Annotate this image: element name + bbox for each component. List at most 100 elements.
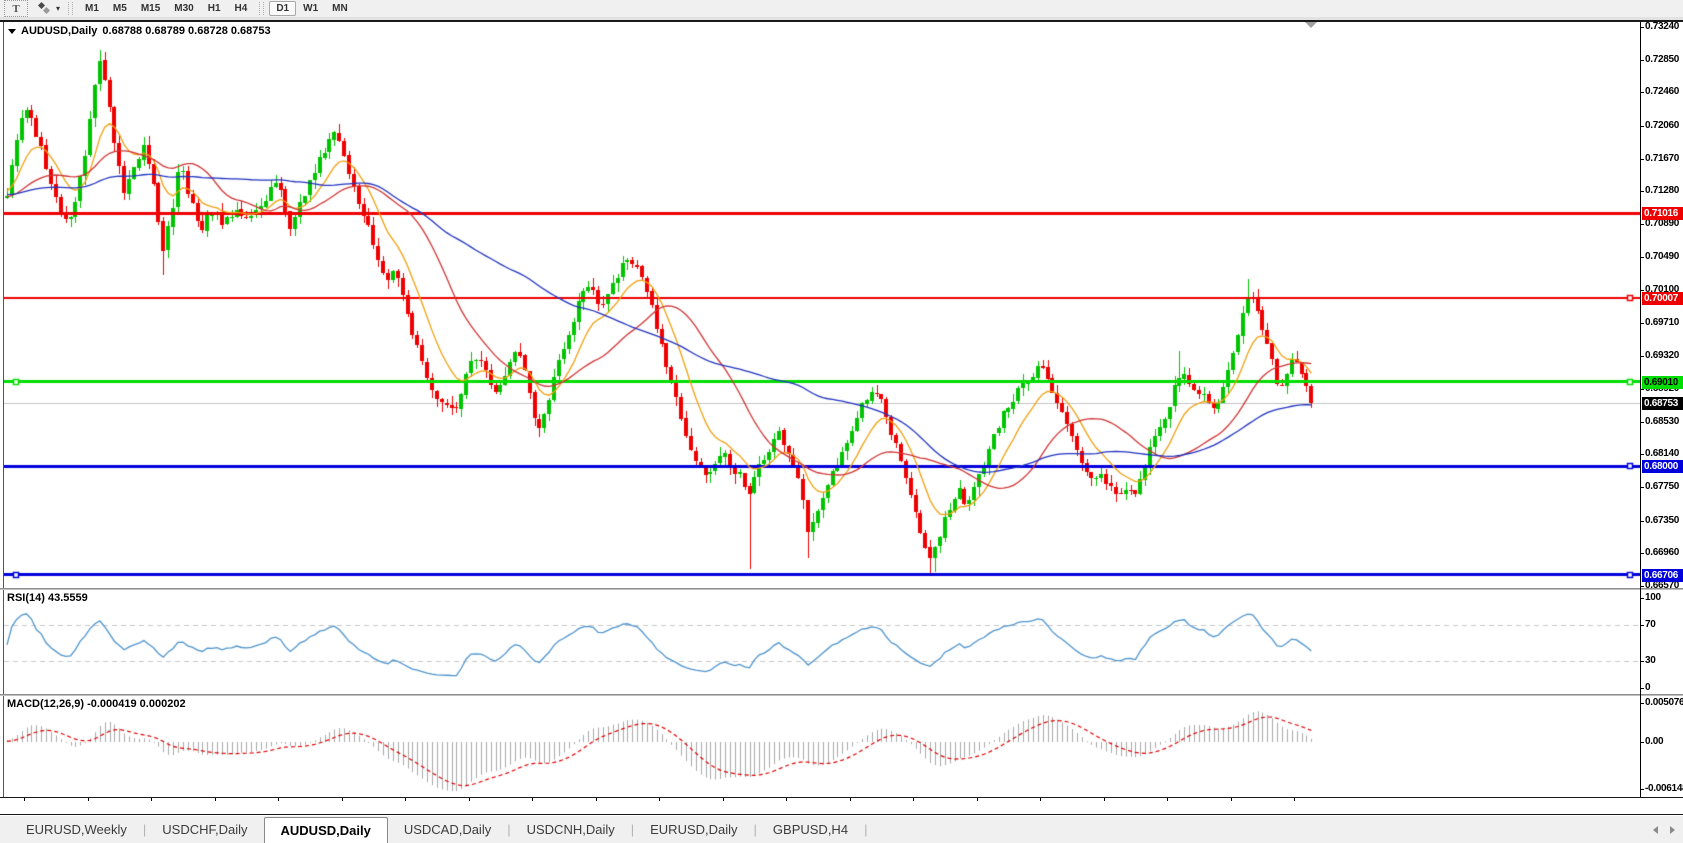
date-tick	[850, 798, 851, 801]
date-tick	[1104, 798, 1105, 801]
axis-tick	[1640, 126, 1644, 127]
rsi-tick-label: 100	[1645, 592, 1683, 603]
price-tick-label: 0.69320	[1645, 350, 1683, 361]
axis-tick	[1640, 661, 1644, 662]
hline-price-badge: 0.68000	[1642, 460, 1683, 473]
price-tick-label: 0.72850	[1645, 54, 1683, 65]
timeframe-button-h1[interactable]: H1	[201, 1, 228, 16]
date-tick	[1040, 798, 1041, 801]
toolbar-separator	[259, 2, 264, 15]
chart-tab-bar: EURUSD,Weekly|USDCHF,DailyAUDUSD,DailyUS…	[0, 815, 1683, 843]
chart-tab-usdcnh-daily[interactable]: USDCNH,Daily	[511, 815, 631, 843]
timeframe-toolbar: T ▾ M1M5M15M30H1H4 D1W1MN	[0, 0, 1683, 18]
date-tick	[1294, 798, 1295, 801]
axis-tick	[1640, 257, 1644, 258]
tab-scroll-arrows	[1653, 826, 1675, 834]
price-tick-label: 0.71670	[1645, 153, 1683, 164]
pane-separator-rsi[interactable]	[0, 588, 1683, 590]
date-tick	[596, 798, 597, 801]
chart-tab-usdcad-daily[interactable]: USDCAD,Daily	[388, 815, 507, 843]
date-tick	[723, 798, 724, 801]
date-tick	[1167, 798, 1168, 801]
axis-tick	[1640, 553, 1644, 554]
tab-scroll-right-icon[interactable]	[1670, 826, 1675, 834]
tab-divider: |	[864, 815, 867, 843]
axis-tick	[1640, 27, 1644, 28]
chart-tab-eurusd-weekly[interactable]: EURUSD,Weekly	[10, 815, 143, 843]
date-tick	[278, 798, 279, 801]
axis-tick	[1640, 290, 1644, 291]
arrange-windows-icon[interactable]	[37, 2, 53, 15]
date-tick	[151, 798, 152, 801]
chart-tab-audusd-daily[interactable]: AUDUSD,Daily	[264, 817, 388, 843]
axis-tick	[1640, 356, 1644, 357]
price-tick-label: 0.70490	[1645, 251, 1683, 262]
price-chart-canvas[interactable]	[4, 22, 1640, 797]
macd-tick-label: 0.00	[1645, 736, 1683, 747]
pane-separator-macd[interactable]	[0, 694, 1683, 696]
axis-tick	[1640, 487, 1644, 488]
axis-tick	[1640, 92, 1644, 93]
hline-price-badge: 0.69010	[1642, 376, 1683, 389]
axis-tick	[1640, 60, 1644, 61]
toolbar-separator	[68, 2, 73, 15]
text-tool-button[interactable]: T	[4, 0, 28, 17]
axis-tick	[1640, 688, 1644, 689]
hline-price-badge: 0.70007	[1642, 292, 1683, 305]
axis-tick	[1640, 625, 1644, 626]
collapse-triangle-icon[interactable]	[8, 29, 16, 34]
macd-indicator-label: MACD(12,26,9) -0.000419 0.000202	[7, 698, 186, 710]
date-tick	[1231, 798, 1232, 801]
price-tick-label: 0.68530	[1645, 416, 1683, 427]
date-tick	[786, 798, 787, 801]
chart-tab-gbpusd-h4[interactable]: GBPUSD,H4	[757, 815, 864, 843]
date-tick	[405, 798, 406, 801]
price-tick-label: 0.71280	[1645, 185, 1683, 196]
timeframe-button-m15[interactable]: M15	[134, 1, 167, 16]
chart-symbol-label: AUDUSD,Daily	[21, 25, 97, 37]
timeframe-button-m30[interactable]: M30	[167, 1, 200, 16]
price-tick-label: 0.67350	[1645, 515, 1683, 526]
price-axis-line	[1640, 22, 1641, 797]
date-tick	[913, 798, 914, 801]
chevron-down-icon[interactable]: ▾	[56, 4, 60, 13]
date-tick	[977, 798, 978, 801]
hline-price-badge: 0.66706	[1642, 569, 1683, 582]
axis-tick	[1640, 742, 1644, 743]
timeframe-button-m5[interactable]: M5	[106, 1, 134, 16]
date-tick	[532, 798, 533, 801]
axis-tick	[1640, 454, 1644, 455]
chart-shift-marker-icon[interactable]	[1305, 22, 1317, 28]
timeframe-button-w1[interactable]: W1	[296, 1, 325, 16]
chart-tab-eurusd-daily[interactable]: EURUSD,Daily	[634, 815, 753, 843]
price-tick-label: 0.72460	[1645, 86, 1683, 97]
price-tick-label: 0.72060	[1645, 120, 1683, 131]
axis-tick	[1640, 521, 1644, 522]
rsi-indicator-label: RSI(14) 43.5559	[7, 592, 88, 604]
rsi-tick-label: 30	[1645, 655, 1683, 666]
timeframe-button-h4[interactable]: H4	[228, 1, 255, 16]
axis-tick	[1640, 159, 1644, 160]
axis-tick	[1640, 224, 1644, 225]
chart-tab-usdchf-daily[interactable]: USDCHF,Daily	[146, 815, 263, 843]
terminal-window: T ▾ M1M5M15M30H1H4 D1W1MN AUDUSD,Daily 0.…	[0, 0, 1683, 843]
timeframe-button-m1[interactable]: M1	[78, 1, 106, 16]
date-tick	[24, 798, 25, 801]
price-tick-label: 0.66960	[1645, 547, 1683, 558]
tab-scroll-left-icon[interactable]	[1653, 826, 1658, 834]
hline-price-badge: 0.71016	[1642, 207, 1683, 220]
date-tick	[215, 798, 216, 801]
chart-title: AUDUSD,Daily 0.68788 0.68789 0.68728 0.6…	[8, 25, 271, 37]
price-tick-label: 0.69710	[1645, 317, 1683, 328]
timeframe-buttons: M1M5M15M30H1H4 D1W1MN	[78, 1, 355, 16]
rsi-tick-label: 70	[1645, 619, 1683, 630]
date-tick	[88, 798, 89, 801]
price-tick-label: 0.73240	[1645, 21, 1683, 32]
macd-tick-label: 0.005076	[1645, 697, 1683, 708]
timeframe-button-d1[interactable]: D1	[269, 1, 296, 16]
current-price-badge: 0.68753	[1642, 397, 1683, 410]
axis-tick	[1640, 703, 1644, 704]
timeframe-button-mn[interactable]: MN	[325, 1, 355, 16]
price-tick-label: 0.68140	[1645, 448, 1683, 459]
date-axis[interactable]: 4 Jan 201923 Jan 201911 Feb 20191 Mar 20…	[0, 798, 1683, 814]
